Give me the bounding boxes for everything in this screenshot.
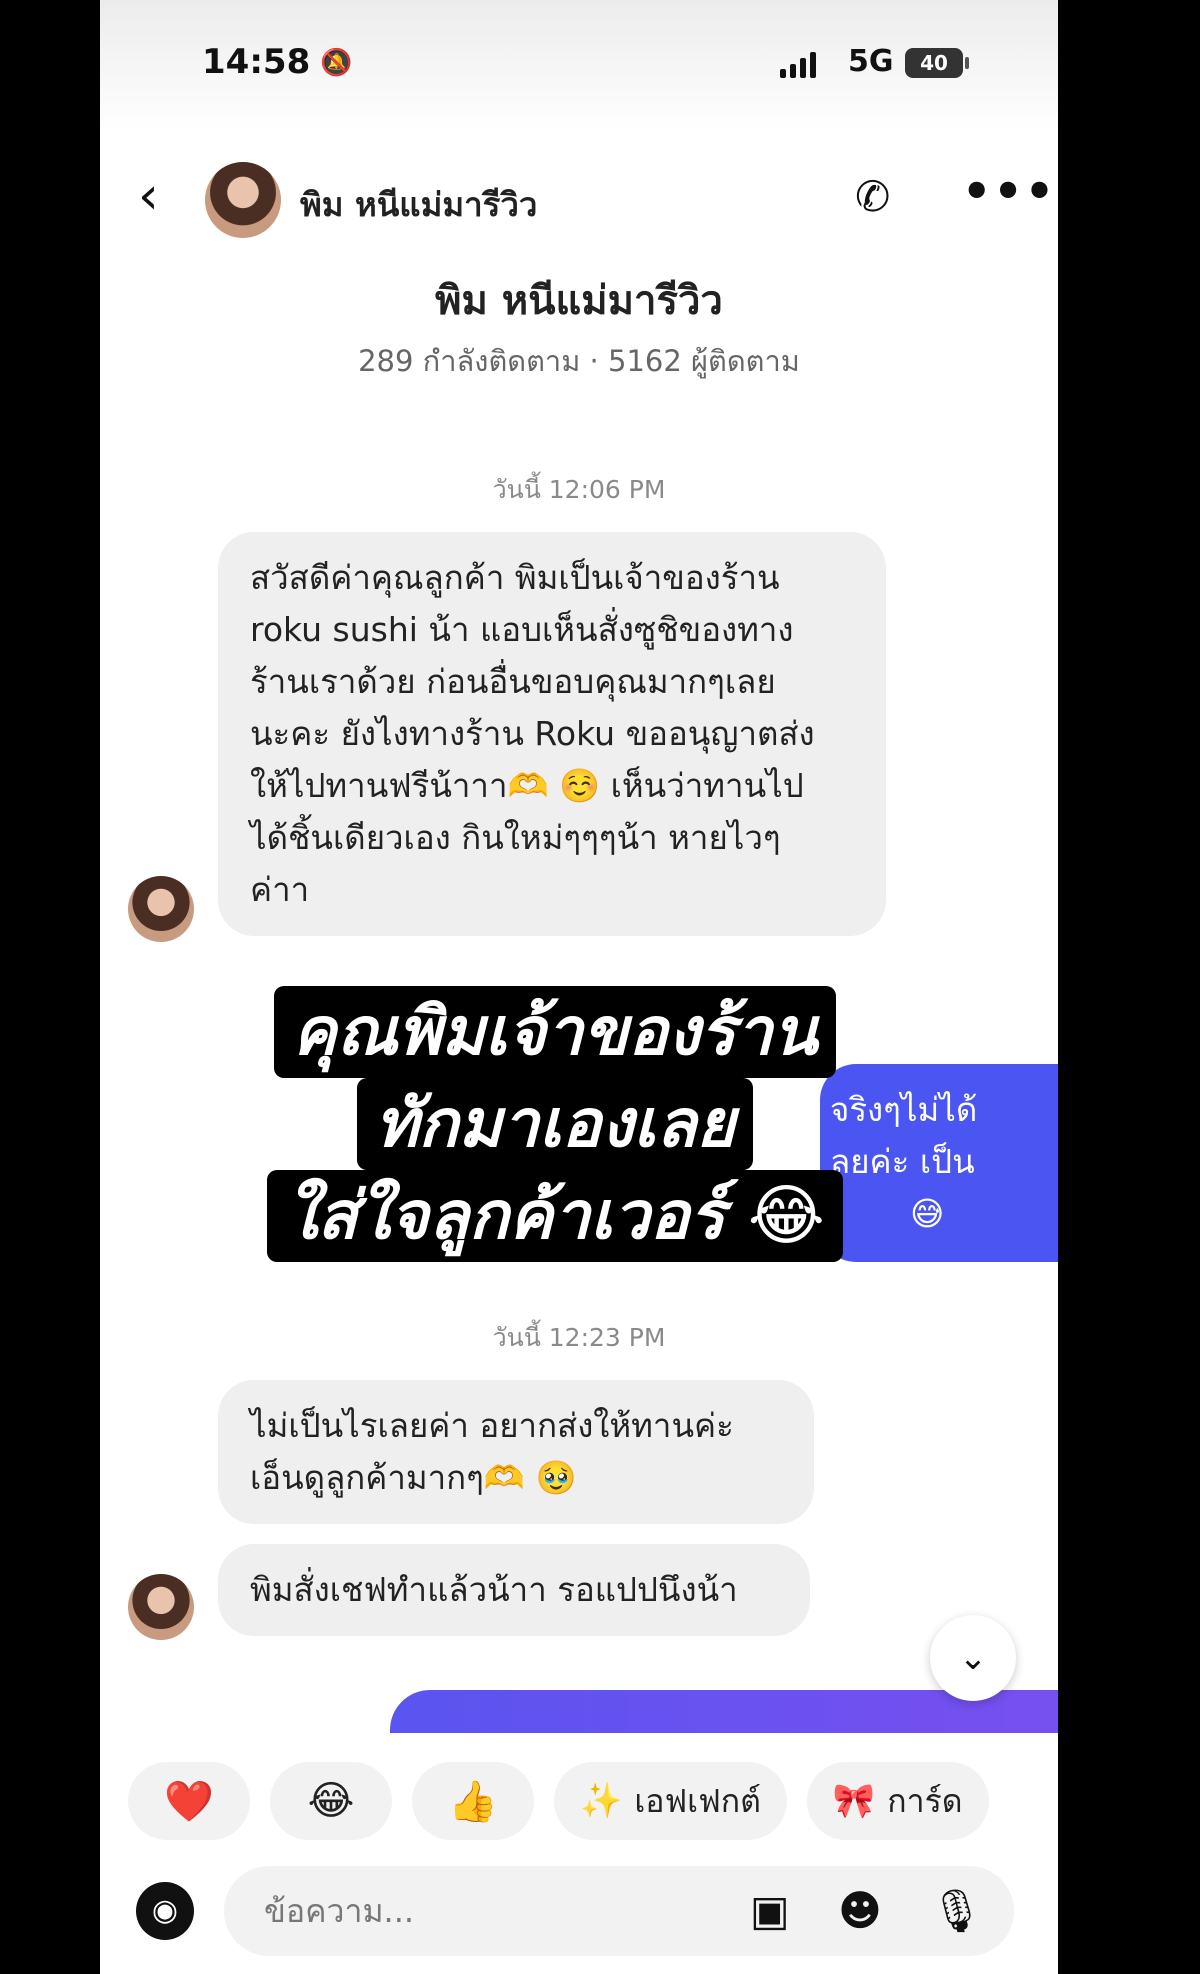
profile-name: พิม หนีแม่มารีวิว [435, 278, 723, 324]
battery-icon: 40 [905, 48, 969, 78]
signal-icon [780, 50, 816, 78]
caption-overlay: คุณพิมเจ้าของร้าน ทักมาเองเลย ใส่ใจลูกค้… [225, 986, 885, 1262]
message-line: เอ็นดูลูกค้ามากๆ🫶 🥹 [250, 1458, 577, 1497]
back-icon[interactable]: ‹ [138, 170, 159, 222]
gallery-icon[interactable]: ▣ [750, 1886, 790, 1935]
message-line: ค่าา [250, 870, 310, 909]
status-time: 14:58 [202, 42, 311, 82]
mute-bell-icon: 🔕 [320, 48, 353, 78]
message-line: สวัสดีค่าคุณลูกค้า พิมเป็นเจ้าของร้าน [250, 558, 780, 597]
phone-icon[interactable]: ✆ [855, 172, 890, 221]
timestamp: วันนี้ 12:23 PM [492, 1323, 666, 1352]
sticker-icon[interactable]: ☻ [838, 1886, 882, 1935]
card-button[interactable]: 🎀 การ์ด [806, 1762, 989, 1840]
camera-icon[interactable]: ◉ [136, 1882, 194, 1940]
card-label: การ์ด [887, 1781, 963, 1820]
chat-screen: 14:58 🔕 5G 40 ‹ พิม หนีแม่มารีวิว ✆ ••• … [100, 0, 1058, 1974]
timestamp: วันนี้ 12:06 PM [492, 475, 666, 504]
laugh-reaction-button[interactable]: 😂 [270, 1762, 392, 1840]
heart-reaction-button[interactable]: ❤️ [128, 1762, 250, 1840]
message-incoming[interactable]: พิมสั่งเชฟทำแล้วน้าา รอแปปนึงน้า [218, 1544, 810, 1636]
sender-avatar[interactable] [128, 876, 194, 942]
message-line: ให้ไปทานฟรีน้าาา🫶 ☺️ เห็นว่าทานไป [250, 766, 804, 805]
contact-name[interactable]: พิม หนีแม่มารีวิว [300, 178, 537, 231]
quick-reactions: ❤️ 😂 👍 ✨ เอฟเฟกต์ 🎀 การ์ด [128, 1762, 989, 1840]
avatar[interactable] [205, 162, 281, 238]
message-line: ไม่เป็นไรเลยค่า อยากส่งให้ทานค่ะ [250, 1406, 734, 1445]
scroll-down-button[interactable]: ⌄ [930, 1615, 1016, 1701]
composer: ◉ ▣ ☻ 🎙 [100, 1862, 1058, 1962]
message-line: ร้านเราด้วย ก่อนอื่นขอบคุณมากๆเลย [250, 662, 776, 701]
caption-line: คุณพิมเจ้าของร้าน [274, 986, 836, 1078]
more-icon[interactable]: ••• [962, 164, 1056, 218]
effect-icon: ✨ [580, 1781, 623, 1821]
message-input[interactable] [224, 1866, 1014, 1956]
effects-label: เอฟเฟกต์ [634, 1781, 761, 1820]
effects-button[interactable]: ✨ เอฟเฟกต์ [554, 1762, 787, 1840]
sender-avatar[interactable] [128, 1574, 194, 1640]
status-bar: 14:58 🔕 5G 40 [100, 0, 1058, 130]
message-incoming[interactable]: สวัสดีค่าคุณลูกค้า พิมเป็นเจ้าของร้าน ro… [218, 532, 886, 936]
message-incoming[interactable]: ไม่เป็นไรเลยค่า อยากส่งให้ทานค่ะ เอ็นดูล… [218, 1380, 814, 1524]
message-line: ได้ชิ้นเดียวเอง กินใหม่ๆๆๆน้า หายไวๆ [250, 818, 781, 857]
profile-stats: 289 กำลังติดตาม · 5162 ผู้ติดตาม [358, 344, 800, 378]
thumbs-up-reaction-button[interactable]: 👍 [412, 1762, 534, 1840]
microphone-icon[interactable]: 🎙 [930, 1886, 983, 1936]
caption-line: ทักมาเองเลย [356, 1078, 754, 1170]
message-line: roku sushi น้า แอบเห็นสั่งซูชิของทาง [250, 610, 794, 649]
message-line: นะคะ ยังไงทางร้าน Roku ขออนุญาตส่ง [250, 714, 815, 753]
message-line: พิมสั่งเชฟทำแล้วน้าา รอแปปนึงน้า [250, 1570, 738, 1609]
ribbon-icon: 🎀 [832, 1781, 876, 1821]
caption-line: ใส่ใจลูกค้าเวอร์ 😂 [267, 1170, 843, 1262]
network-label: 5G [848, 44, 894, 79]
chat-header: ‹ พิม หนีแม่มารีวิว ✆ ••• [100, 150, 1058, 250]
